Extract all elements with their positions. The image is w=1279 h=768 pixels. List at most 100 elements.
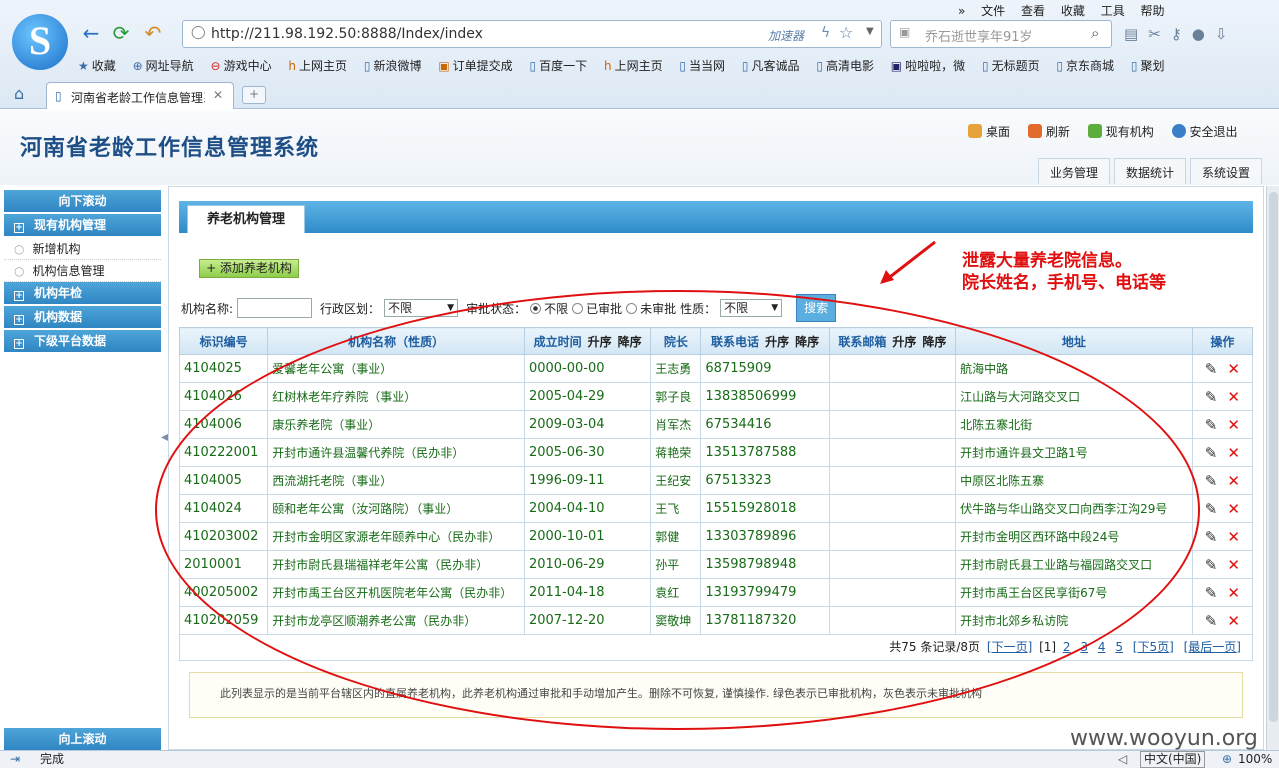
browser-chrome: S ← ⟳ ↶ ◯ http://211.98.192.50:8888/Inde… — [0, 0, 1279, 109]
tab-settings[interactable]: 系统设置 — [1190, 158, 1263, 184]
url-text: http://211.98.192.50:8888/Index/index — [211, 26, 483, 42]
scroll-down-button[interactable]: 向下滚动 — [4, 190, 161, 212]
search-icon[interactable]: ⌕ — [1091, 24, 1099, 42]
edit-icon[interactable]: ✎ — [1205, 388, 1218, 406]
menu-more[interactable]: » — [958, 4, 965, 18]
sidebar-item-new[interactable]: ○ 新增机构 — [4, 238, 161, 260]
bookmark-item[interactable]: ⊕ 网址导航 — [133, 57, 194, 74]
speaker-icon[interactable]: ◁ — [1118, 751, 1127, 768]
new-tab-button[interactable]: + — [242, 86, 266, 104]
bookmark-item[interactable]: ▯ 新浪微博 — [364, 57, 422, 74]
bookmark-item[interactable]: ▯ 京东商城 — [1056, 57, 1114, 74]
edit-icon[interactable]: ✎ — [1205, 584, 1218, 602]
delete-icon[interactable]: ✕ — [1227, 612, 1240, 630]
sidebar-group-subplatform[interactable]: + 下级平台数据 — [4, 330, 161, 352]
back-icon[interactable]: ← — [80, 22, 102, 44]
undo-icon[interactable]: ↶ — [142, 22, 164, 44]
bookmark-item[interactable]: ★ 收藏 — [78, 57, 116, 74]
logout-link[interactable]: 安全退出 — [1171, 124, 1238, 139]
cell-actions: ✎ ✕ — [1191, 466, 1254, 495]
bookmark-item[interactable]: ▯ 百度一下 — [530, 57, 588, 74]
cell-actions: ✎ ✕ — [1191, 438, 1254, 467]
institutions-link[interactable]: 现有机构 — [1087, 124, 1154, 139]
delete-icon[interactable]: ✕ — [1227, 444, 1240, 462]
bookmark-item[interactable]: h 上网主页 — [604, 57, 663, 74]
sidebar-group-annual[interactable]: + 机构年检 — [4, 282, 161, 304]
menu-help[interactable]: 帮助 — [1141, 4, 1165, 18]
dots-icon[interactable]: ● — [1192, 25, 1215, 43]
logout-icon — [1171, 124, 1186, 138]
refresh-icon[interactable]: ⟳ — [110, 22, 132, 44]
bookmark-item[interactable]: ▣ 啦啦啦，微 — [891, 57, 965, 74]
bolt-icon[interactable]: ϟ — [821, 25, 830, 41]
edit-icon[interactable]: ✎ — [1205, 500, 1218, 518]
edit-icon[interactable]: ✎ — [1205, 612, 1218, 630]
search-input[interactable]: 乔石逝世享年91岁 — [925, 26, 1033, 45]
pager-next5[interactable]: [下5页] — [1133, 640, 1174, 654]
delete-icon[interactable]: ✕ — [1227, 360, 1240, 378]
sidebar-group-data[interactable]: + 机构数据 — [4, 306, 161, 328]
bookmark-item[interactable]: ▯ 聚划 — [1131, 57, 1165, 74]
delete-icon[interactable]: ✕ — [1227, 472, 1240, 490]
annotation-line: 泄露大量养老院信息。 — [962, 251, 1132, 271]
browser-tab[interactable]: ▯ 河南省老龄工作信息管理系 ✕ — [46, 82, 234, 109]
name-input[interactable] — [237, 298, 313, 318]
tab-title: 河南省老龄工作信息管理系 — [71, 91, 205, 105]
key-icon[interactable]: ⚷ — [1171, 25, 1192, 43]
delete-icon[interactable]: ✕ — [1227, 416, 1240, 434]
search-box[interactable]: ▣ 乔石逝世享年91岁 ⌕ — [890, 20, 1112, 48]
scissors-icon[interactable]: ✂ — [1148, 25, 1171, 43]
edit-icon[interactable]: ✎ — [1205, 472, 1218, 490]
address-bar[interactable]: ◯ http://211.98.192.50:8888/Index/index … — [182, 20, 882, 48]
menu-file[interactable]: 文件 — [981, 4, 1005, 18]
bookmark-item[interactable]: ▯ 无标题页 — [982, 57, 1040, 74]
bookmark-item[interactable]: ▯ 凡客诚品 — [742, 57, 800, 74]
pager-page[interactable]: 4 — [1098, 640, 1106, 654]
scrollbar[interactable] — [1266, 186, 1279, 750]
tab-statistics[interactable]: 数据统计 — [1114, 158, 1187, 184]
delete-icon[interactable]: ✕ — [1227, 556, 1240, 574]
pager-page[interactable]: 5 — [1115, 640, 1123, 654]
sidebar-group-institutions[interactable]: + 现有机构管理 — [4, 214, 161, 236]
delete-icon[interactable]: ✕ — [1227, 528, 1240, 546]
bookmark-item[interactable]: ▯ 当当网 — [679, 57, 725, 74]
sidebar-item-info[interactable]: ○ 机构信息管理 — [4, 260, 161, 282]
delete-icon[interactable]: ✕ — [1227, 584, 1240, 602]
home-icon[interactable]: ⌂ — [14, 84, 24, 103]
edit-icon[interactable]: ✎ — [1205, 416, 1218, 434]
bookmark-item[interactable]: h 上网主页 — [288, 57, 347, 74]
edit-icon[interactable]: ✎ — [1205, 444, 1218, 462]
menu-favorites[interactable]: 收藏 — [1061, 4, 1085, 18]
pager-last[interactable]: [最后一页] — [1184, 640, 1241, 654]
paw-icon: ▣ — [890, 59, 903, 73]
star-icon[interactable]: ☆ — [839, 23, 853, 42]
scroll-up-button[interactable]: 向上滚动 — [4, 728, 161, 750]
menu-view[interactable]: 查看 — [1021, 4, 1045, 18]
add-institution-button[interactable]: + 添加养老机构 — [199, 259, 299, 278]
refresh-link[interactable]: 刷新 — [1027, 124, 1070, 139]
edit-icon[interactable]: ✎ — [1205, 360, 1218, 378]
delete-icon[interactable]: ✕ — [1227, 500, 1240, 518]
ime-indicator[interactable]: 中文(中国) — [1140, 751, 1206, 768]
bookmark-item[interactable]: ⊖ 游戏中心 — [211, 57, 272, 74]
tab-business[interactable]: 业务管理 — [1038, 158, 1111, 184]
chevron-down-icon[interactable]: ▼ — [866, 26, 874, 37]
scrollbar-thumb[interactable] — [1269, 192, 1278, 722]
status-text: 完成 — [40, 752, 65, 766]
menu-tools[interactable]: 工具 — [1101, 4, 1125, 18]
close-icon[interactable]: ✕ — [213, 88, 223, 102]
page-icon: ▯ — [55, 89, 62, 103]
edit-icon[interactable]: ✎ — [1205, 556, 1218, 574]
accelerator-label[interactable]: 加速器 — [768, 27, 804, 44]
cell-actions: ✎ ✕ — [1191, 578, 1254, 607]
delete-icon[interactable]: ✕ — [1227, 388, 1240, 406]
download-icon[interactable]: ⇩ — [1215, 25, 1238, 43]
extension-icon[interactable]: ▤ — [1124, 25, 1148, 43]
tab-elderly-institutions[interactable]: 养老机构管理 — [187, 205, 305, 233]
zoom-level[interactable]: 100% — [1238, 751, 1272, 768]
desktop-link[interactable]: 桌面 — [968, 124, 1010, 139]
sidebar-toggle-icon[interactable]: ⇥ — [10, 751, 20, 768]
edit-icon[interactable]: ✎ — [1205, 528, 1218, 546]
bookmark-item[interactable]: ▯ 高清电影 — [816, 57, 874, 74]
bookmark-item[interactable]: ▣ 订单提交成 — [438, 57, 512, 74]
